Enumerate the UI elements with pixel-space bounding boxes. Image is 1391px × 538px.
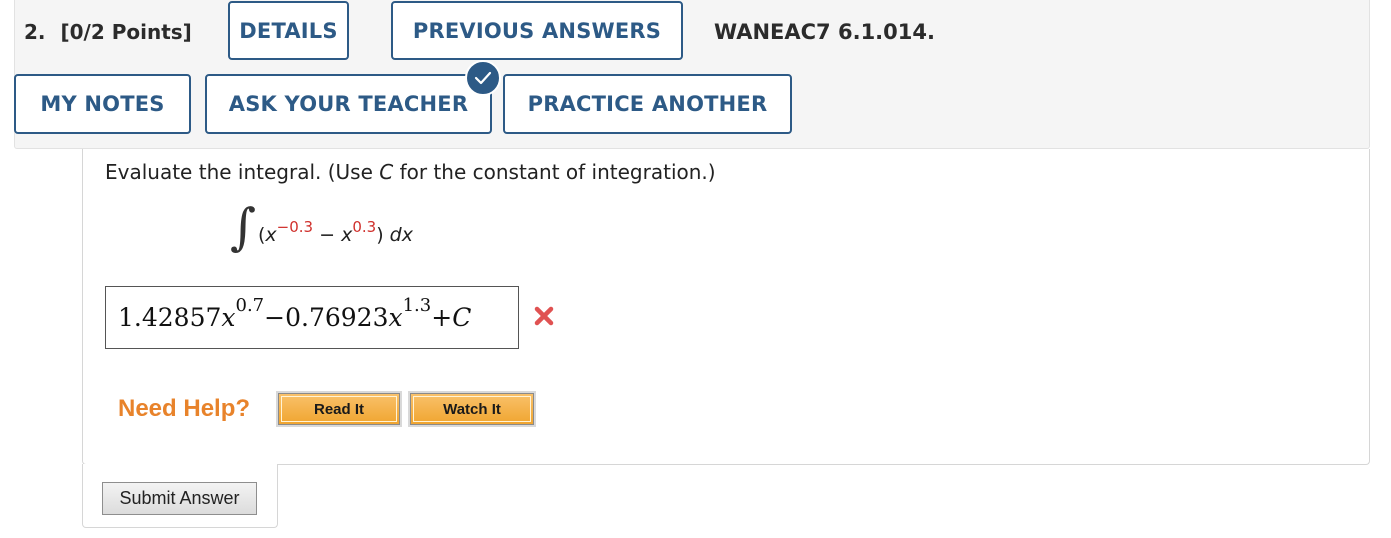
integrand-var2: x [341, 224, 353, 246]
instruction-post: for the constant of integration.) [393, 160, 716, 184]
answer-minus: − [264, 303, 286, 332]
integrand-minus: − [313, 224, 342, 246]
integrand-dx: dx [389, 224, 413, 246]
x-mark-icon [534, 306, 554, 326]
integrand-exp2: 0.3 [352, 218, 377, 236]
integral-symbol: ∫ [230, 198, 257, 256]
details-button[interactable]: DETAILS [228, 1, 349, 60]
assignment-id: WANEAC7 6.1.014. [714, 20, 935, 44]
answer-plus: + [431, 303, 453, 332]
previous-answers-button[interactable]: PREVIOUS ANSWERS [391, 1, 683, 60]
ask-your-teacher-button[interactable]: ASK YOUR TEACHER [205, 74, 492, 134]
instruction-pre: Evaluate the integral. (Use [105, 160, 380, 184]
submit-answer-button[interactable]: Submit Answer [102, 482, 257, 515]
answer-const: C [452, 303, 472, 332]
integrand-exp1: −0.3 [276, 218, 314, 236]
integrand-var1: x [265, 224, 277, 246]
question-number: 2. [0/2 Points] [24, 20, 192, 44]
answer-exp1: 0.7 [235, 295, 265, 316]
answer-coef2: 0.76923 [285, 303, 389, 332]
check-icon [465, 60, 501, 96]
instruction-var: C [379, 160, 394, 184]
watch-it-label: Watch It [413, 396, 531, 422]
practice-another-button[interactable]: PRACTICE ANOTHER [503, 74, 792, 134]
integrand-close: ) [376, 224, 390, 246]
my-notes-button[interactable]: MY NOTES [14, 74, 191, 134]
answer-var2: x [388, 303, 403, 332]
question-number-label: 2. [24, 20, 46, 44]
instruction-text: Evaluate the integral. (Use C for the co… [105, 160, 716, 184]
answer-exp2: 1.3 [402, 295, 432, 316]
integrand: (x−0.3 − x0.3) dx [258, 218, 413, 246]
need-help-label: Need Help? [118, 395, 251, 422]
answer-coef1: 1.42857 [118, 303, 222, 332]
read-it-button[interactable]: Read It [276, 391, 402, 427]
answer-input[interactable]: 1.42857 x 0.7 − 0.76923 x 1.3 + C [105, 286, 519, 349]
answer-var1: x [221, 303, 236, 332]
points-label: [0/2 Points] [60, 20, 192, 44]
watch-it-button[interactable]: Watch It [408, 391, 536, 427]
read-it-label: Read It [281, 396, 397, 422]
